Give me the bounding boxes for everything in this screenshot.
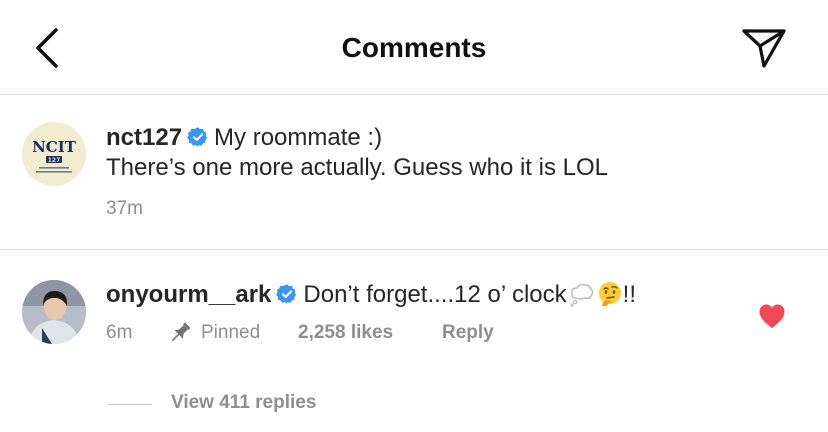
pin-icon [171,322,191,342]
verified-badge-icon [187,127,208,147]
pinned-label: Pinned [201,322,261,343]
heart-icon[interactable] [758,303,786,329]
avatar[interactable]: NCIT 127 [22,122,86,186]
header-bar: Comments [0,0,828,95]
brand-logo-text: NCIT [32,138,77,156]
comment-suffix: !! [622,281,636,308]
likes-count[interactable]: 2,258 likes [298,322,393,344]
caption-line-2: There’s one more actually. Guess who it … [106,154,609,181]
verified-badge-icon [276,284,297,304]
comment-text: onyourm__ark Don’t forget....12 o’ clock… [106,281,636,309]
reply-button[interactable]: Reply [442,322,494,344]
avatar[interactable] [22,280,86,344]
caption-text: nct127 My roommate :) [106,124,382,152]
brand-logo: NCIT 127 [32,138,77,173]
view-replies-button[interactable]: View 411 replies [171,392,316,414]
comment-timestamp: 6m [106,322,133,343]
caption-timestamp: 37m [106,198,143,219]
page-title: Comments [341,32,487,63]
caption-username[interactable]: nct127 [106,124,182,151]
thinking-face-emoji-icon [598,282,621,306]
comment-body: Don’t forget....12 o’ clock [303,281,567,308]
user-photo [22,280,86,344]
thought-balloon-emoji-icon [570,284,593,307]
comment-username[interactable]: onyourm__ark [106,281,271,308]
replies-divider [108,404,152,405]
paper-plane-icon[interactable] [740,26,788,70]
brand-logo-badge: 127 [48,157,61,164]
caption-line-1: My roommate :) [214,124,383,151]
